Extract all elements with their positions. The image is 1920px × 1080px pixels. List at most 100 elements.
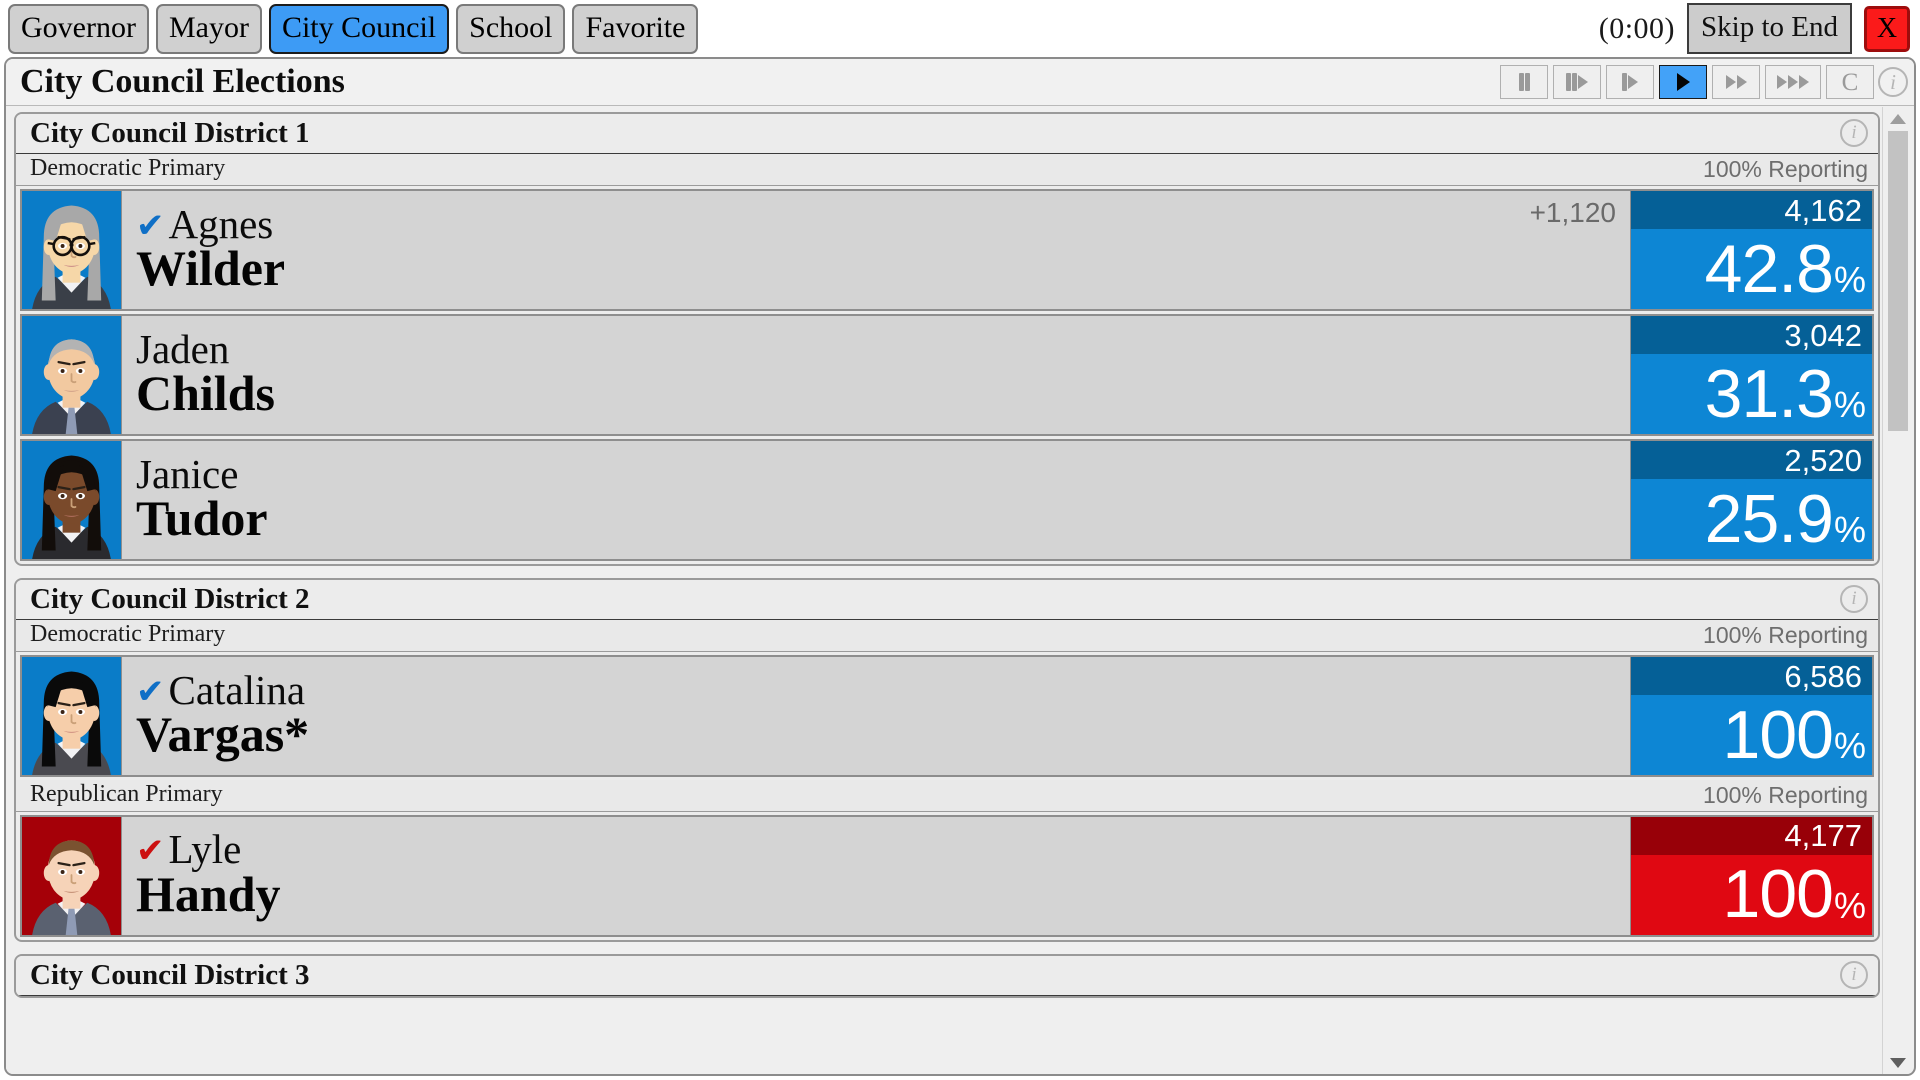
reporting-percent: 100% Reporting bbox=[1703, 156, 1868, 183]
tab-list: Governor Mayor City Council School Favorite bbox=[8, 3, 705, 54]
candidate-first-name: Jaden bbox=[136, 325, 230, 372]
candidate-first-line: Janice bbox=[136, 450, 1630, 497]
skip-to-end-button[interactable]: Skip to End bbox=[1687, 3, 1852, 54]
chevron-down-icon bbox=[1889, 1058, 1906, 1068]
vertical-scrollbar[interactable] bbox=[1882, 107, 1913, 1074]
race-header: City Council District 2 i bbox=[16, 580, 1878, 621]
winner-check-icon: ✔ bbox=[136, 205, 165, 246]
candidate-avatar bbox=[22, 657, 122, 776]
fast-forward-button[interactable] bbox=[1712, 65, 1760, 99]
primary-label: Democratic Primary bbox=[30, 155, 226, 182]
page-title: City Council Elections bbox=[20, 63, 345, 100]
candidate-first-line: ✔ Lyle bbox=[136, 828, 1630, 871]
play-button[interactable] bbox=[1659, 65, 1707, 99]
scroll-up-arrow[interactable] bbox=[1883, 107, 1913, 131]
candidate-name-block: ✔ Lyle Handy bbox=[122, 817, 1630, 935]
candidate-avatar bbox=[22, 441, 122, 560]
candidate-name-block: Jaden Childs bbox=[122, 316, 1630, 434]
race-card: City Council District 2 i Democratic Prima… bbox=[14, 578, 1880, 942]
candidate-result-block: 6,586 100% bbox=[1630, 657, 1872, 776]
race-header: City Council District 1 i bbox=[16, 114, 1878, 155]
vote-percent-value: 31.3 bbox=[1704, 355, 1834, 432]
reporting-percent: 100% Reporting bbox=[1703, 622, 1868, 649]
primary-label: Democratic Primary bbox=[30, 621, 226, 648]
vote-count: 4,177 bbox=[1631, 816, 1872, 855]
candidate-name-block: Janice Tudor bbox=[122, 441, 1630, 559]
vote-percent-value: 25.9 bbox=[1704, 480, 1834, 557]
candidate-first-name: Catalina bbox=[168, 666, 306, 713]
candidate-first-name: Janice bbox=[136, 450, 239, 497]
race-info-icon[interactable]: i bbox=[1840, 585, 1868, 614]
race-header: City Council District 3 i bbox=[16, 955, 1878, 997]
countdown-timer: (0:00) bbox=[1598, 11, 1676, 45]
candidate-last-name: Childs bbox=[136, 365, 275, 422]
race-info-icon[interactable]: i bbox=[1840, 960, 1868, 989]
candidate-last-name: Wilder bbox=[136, 240, 286, 297]
candidate-row[interactable]: ✔ Agnes Wilder +1,120 4,162 42.8% bbox=[20, 189, 1874, 312]
percent-sign: % bbox=[1833, 725, 1866, 767]
percent-sign: % bbox=[1833, 884, 1866, 926]
candidate-first-line: ✔ Catalina bbox=[136, 666, 1630, 713]
candidate-result-block: 4,162 42.8% bbox=[1630, 191, 1872, 310]
vote-percent-bar: 42.8% bbox=[1631, 229, 1872, 310]
candidate-row[interactable]: Jaden Childs 3,042 31.3% bbox=[20, 314, 1874, 437]
candidate-first-line: ✔ Agnes bbox=[136, 200, 1530, 247]
pause-bar-icon bbox=[1566, 73, 1571, 91]
vote-percent-bar: 25.9% bbox=[1631, 479, 1872, 560]
rewind-step-button[interactable] bbox=[1553, 65, 1601, 99]
tab-governor[interactable]: Governor bbox=[8, 3, 149, 54]
app-root: Governor Mayor City Council School Favorite … bbox=[0, 0, 1920, 1080]
primary-bar: Democratic Primary 100% Reporting bbox=[16, 620, 1878, 653]
candidate-avatar bbox=[22, 316, 122, 435]
play-triangle-icon bbox=[1676, 73, 1690, 91]
vote-count: 3,042 bbox=[1631, 316, 1872, 355]
race-title: City Council District 2 bbox=[30, 583, 310, 616]
panel-info-icon[interactable]: i bbox=[1878, 67, 1908, 97]
c-button[interactable]: C bbox=[1826, 65, 1874, 99]
tab-favorite[interactable]: Favorite bbox=[572, 3, 699, 54]
candidate-row[interactable]: Janice Tudor 2,520 25.9% bbox=[20, 439, 1874, 562]
play-triangle-icon bbox=[1725, 75, 1736, 89]
playback-controls: C bbox=[1500, 65, 1874, 99]
scrollbar-thumb[interactable] bbox=[1887, 131, 1908, 431]
vote-percent-value: 100 bbox=[1722, 696, 1834, 773]
candidate-last-name: Vargas* bbox=[136, 706, 310, 763]
scroll-down-arrow[interactable] bbox=[1883, 1051, 1913, 1074]
step-button[interactable] bbox=[1606, 65, 1654, 99]
tab-mayor[interactable]: Mayor bbox=[155, 3, 262, 54]
pause-bar-icon bbox=[1622, 73, 1627, 91]
candidate-avatar bbox=[22, 816, 122, 935]
candidate-last-name: Tudor bbox=[136, 490, 268, 547]
close-button[interactable]: X bbox=[1864, 5, 1910, 52]
vote-count: 6,586 bbox=[1631, 657, 1872, 696]
pause-button[interactable] bbox=[1500, 65, 1548, 99]
play-triangle-icon bbox=[1578, 75, 1588, 89]
play-triangle-icon bbox=[1736, 75, 1747, 89]
candidate-row[interactable]: ✔ Lyle Handy 4,177 100% bbox=[20, 814, 1874, 937]
play-triangle-icon bbox=[1799, 75, 1809, 89]
candidate-avatar bbox=[22, 191, 122, 310]
vote-percent-bar: 31.3% bbox=[1631, 354, 1872, 435]
top-tab-bar: Governor Mayor City Council School Favorite … bbox=[0, 0, 1920, 57]
winner-check-icon: ✔ bbox=[136, 671, 165, 712]
play-triangle-icon bbox=[1788, 75, 1798, 89]
vote-count: 4,162 bbox=[1631, 191, 1872, 230]
chevron-up-icon bbox=[1889, 114, 1906, 124]
primary-bar: Democratic Primary 100% Reporting bbox=[16, 154, 1878, 187]
race-info-icon[interactable]: i bbox=[1840, 119, 1868, 148]
very-fast-forward-button[interactable] bbox=[1765, 65, 1821, 99]
race-card: City Council District 1 i Democratic Prima… bbox=[14, 112, 1880, 567]
pause-bar-icon bbox=[1524, 73, 1530, 91]
play-triangle-icon bbox=[1777, 75, 1787, 89]
candidate-first-line: Jaden bbox=[136, 325, 1630, 372]
races-scroll-area[interactable]: City Council District 1 i Democratic Prima… bbox=[6, 106, 1884, 1074]
vote-percent-value: 100 bbox=[1722, 856, 1834, 933]
candidate-first-name: Agnes bbox=[168, 200, 274, 247]
tab-city-council[interactable]: City Council bbox=[268, 3, 450, 54]
c-label: C bbox=[1841, 68, 1859, 96]
candidate-name-block: ✔ Catalina Vargas* bbox=[122, 657, 1630, 775]
scrollbar-track[interactable] bbox=[1883, 131, 1913, 1051]
reporting-percent: 100% Reporting bbox=[1703, 781, 1868, 808]
candidate-row[interactable]: ✔ Catalina Vargas* 6,586 100% bbox=[20, 655, 1874, 778]
tab-school[interactable]: School bbox=[456, 3, 566, 54]
